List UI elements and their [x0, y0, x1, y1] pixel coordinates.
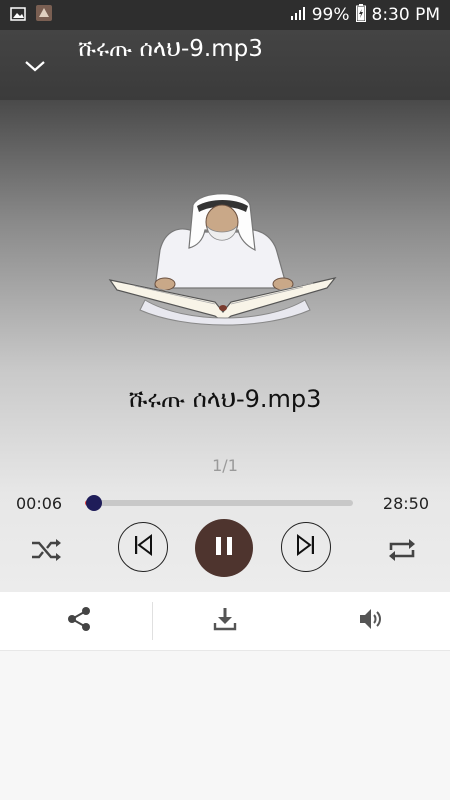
repeat-icon — [387, 536, 417, 568]
volume-button[interactable] — [296, 592, 446, 650]
pause-button[interactable] — [195, 519, 253, 577]
download-button[interactable] — [150, 592, 300, 650]
seek-bar[interactable] — [85, 495, 353, 511]
now-playing-area: ሹሩጡ ሰላህ-9.mp3 1/1 00:06 28:50 — [0, 100, 450, 592]
share-button[interactable] — [4, 592, 154, 650]
collapse-button[interactable] — [20, 52, 50, 82]
skip-previous-icon — [132, 534, 154, 560]
chevron-down-icon — [24, 58, 46, 77]
volume-icon — [357, 606, 385, 636]
clock: 8:30 PM — [371, 5, 441, 25]
previous-button[interactable] — [118, 522, 168, 572]
share-icon — [65, 605, 93, 637]
seek-bar-thumb[interactable] — [86, 495, 103, 511]
next-button[interactable] — [281, 522, 331, 572]
player-header: ሹሩጡ ሰላህ-9.mp3 — [0, 30, 450, 100]
image-notification-icon — [10, 6, 26, 25]
current-time: 00:06 — [16, 494, 63, 513]
album-artwork — [105, 190, 340, 330]
header-title: ሹሩጡ ሰላህ-9.mp3 — [78, 36, 263, 62]
skip-next-icon — [295, 534, 317, 560]
bottom-action-bar — [0, 592, 450, 651]
shuffle-icon — [30, 537, 62, 567]
pause-icon — [213, 535, 235, 561]
total-time: 28:50 — [382, 494, 429, 513]
song-title: ሹሩጡ ሰላህ-9.mp3 — [128, 385, 322, 413]
app-notification-icon — [36, 5, 52, 25]
status-bar: 99% 8:30 PM — [0, 0, 450, 30]
shuffle-button[interactable] — [26, 532, 66, 572]
signal-icon — [290, 5, 306, 25]
download-icon — [212, 606, 238, 636]
page-indicator: 1/1 — [212, 456, 238, 475]
repeat-button[interactable] — [382, 532, 422, 572]
battery-percent: 99% — [311, 5, 350, 25]
battery-charging-icon — [355, 3, 366, 27]
